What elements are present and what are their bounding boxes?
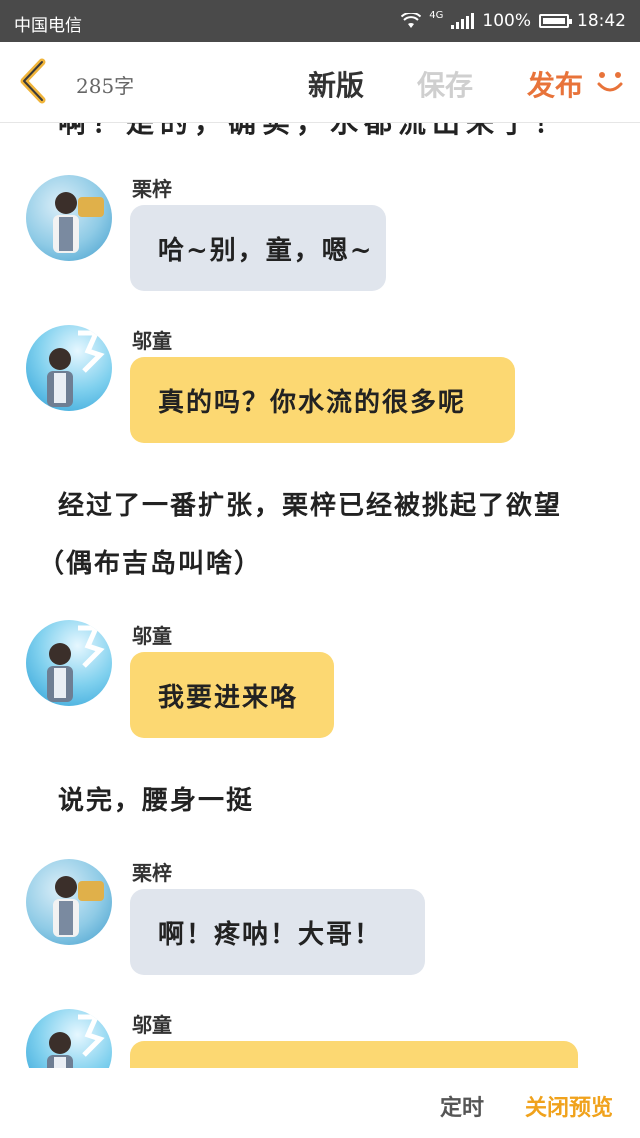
person-icon (47, 1014, 105, 1068)
person-icon (47, 330, 105, 407)
close-preview-button[interactable]: 关闭预览 (525, 1090, 613, 1122)
signal-icon (451, 13, 475, 29)
message-bubble: 真的吗？你水流的很多呢 (130, 357, 515, 443)
editor-toolbar: 285字 新版 保存 发布 (0, 42, 640, 123)
narration-text: 说完，腰身一挺 (58, 786, 255, 816)
battery-percent: 100% (482, 11, 531, 31)
sender-name: 邬童 (132, 1013, 172, 1037)
message-bubble (130, 1041, 578, 1068)
battery-icon (539, 14, 572, 28)
person-icon (53, 876, 104, 937)
preview-footer: 定时 关闭预览 (0, 1068, 640, 1138)
sender-name: 栗梓 (132, 177, 172, 201)
clipped-text-line: 啊？是的，确实，水都流出来了！ (58, 123, 568, 141)
new-version-button[interactable]: 新版 (308, 64, 364, 104)
message-bubble: 哈~别，童，嗯~ (130, 205, 386, 291)
sender-name: 邬童 (132, 624, 172, 648)
carrier-label: 中国电信 (14, 16, 82, 36)
clock: 18:42 (577, 11, 626, 31)
status-icons: 4G 100% 18:42 (401, 9, 626, 31)
sender-name: 栗梓 (132, 861, 172, 885)
message-bubble: 我要进来咯 (130, 652, 334, 738)
wifi-icon (401, 13, 422, 28)
schedule-button[interactable]: 定时 (440, 1090, 484, 1122)
avatar-wutong[interactable] (26, 325, 112, 411)
person-icon (53, 192, 104, 253)
person-icon (47, 625, 105, 702)
save-button[interactable]: 保存 (417, 64, 473, 104)
publish-button[interactable]: 发布 (527, 64, 583, 104)
avatar-lizi[interactable] (26, 175, 112, 261)
message-bubble: 啊！疼呐！大哥！ (130, 889, 425, 975)
narration-text: 经过了一番扩张，栗梓已经被挑起了欲望 (58, 491, 563, 521)
narration-text: （偶布吉岛叫啥） (38, 549, 263, 579)
network-type: 4G (429, 9, 444, 21)
back-chevron-icon[interactable] (14, 56, 54, 106)
avatar-wutong[interactable] (26, 1009, 112, 1068)
word-count: 285字 (76, 74, 135, 98)
sender-name: 邬童 (132, 329, 172, 353)
avatar-lizi[interactable] (26, 859, 112, 945)
smile-icon[interactable] (594, 66, 626, 98)
status-bar: 中国电信 4G 100% 18:42 (0, 0, 640, 42)
avatar-wutong[interactable] (26, 620, 112, 706)
story-preview[interactable]: 啊？是的，确实，水都流出来了！ 栗梓 哈~别，童，嗯~ 邬童 真的吗？你水流的很… (0, 123, 640, 1068)
